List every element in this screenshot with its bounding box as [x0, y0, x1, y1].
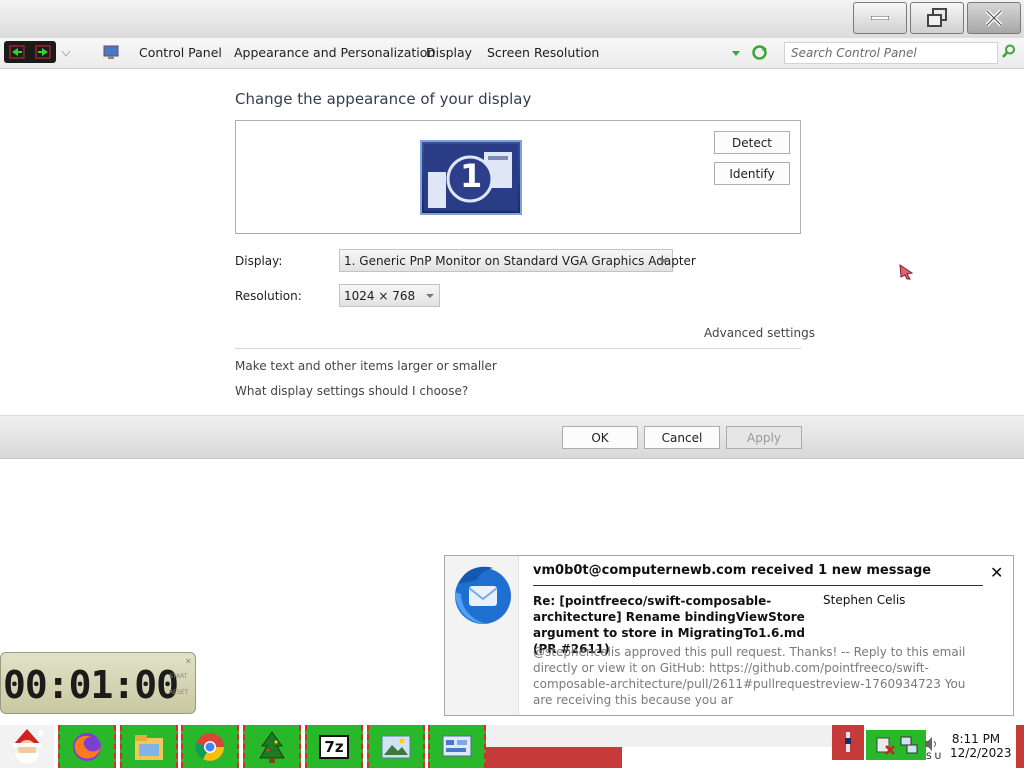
address-dropdown-icon[interactable] [731, 50, 741, 57]
timer-reset-button[interactable]: RESET [169, 689, 188, 696]
monitor-preview-panel: 1 Detect Identify [235, 120, 801, 234]
tray-language-indicator[interactable]: S U [926, 752, 941, 762]
countdown-timer-widget[interactable]: 00:01:00 START RESET ✕ [0, 652, 196, 714]
photo-viewer-icon [381, 735, 411, 758]
taskbar-highlight-area [486, 747, 622, 768]
resolution-select[interactable]: 1024 × 768 [339, 284, 440, 307]
dialog-button-bar: OK Cancel Apply [0, 415, 1024, 459]
breadcrumb-control-panel[interactable]: Control Panel [139, 45, 222, 60]
display-select-value: 1. Generic PnP Monitor on Standard VGA G… [344, 254, 696, 268]
cancel-button[interactable]: Cancel [644, 426, 720, 449]
display-select[interactable]: 1. Generic PnP Monitor on Standard VGA G… [339, 249, 696, 272]
start-button[interactable] [0, 725, 54, 768]
action-center-icon[interactable] [874, 734, 896, 756]
breadcrumb-screen-resolution[interactable]: Screen Resolution [487, 45, 599, 60]
minimize-button[interactable] [853, 2, 907, 34]
identify-button[interactable]: Identify [714, 162, 790, 185]
taskbar-7zip[interactable]: 7z [305, 725, 363, 768]
text-size-link[interactable]: Make text and other items larger or smal… [235, 359, 497, 373]
breadcrumb-appearance-personalization[interactable]: Appearance and Personalization [234, 45, 435, 60]
thunderbird-icon [455, 566, 511, 624]
christmas-tree-icon [259, 730, 285, 763]
minimize-icon [871, 16, 889, 20]
new-mail-notification[interactable]: vm0b0t@computernewb.com received 1 new m… [444, 555, 1014, 716]
resolution-label: Resolution: [235, 289, 302, 303]
search-icon[interactable] [1002, 44, 1016, 58]
resolution-select-value: 1024 × 768 [344, 289, 416, 303]
chrome-icon [195, 732, 224, 761]
notification-icon-panel [445, 556, 519, 715]
advanced-settings-link[interactable]: Advanced settings [704, 326, 815, 340]
divider [235, 348, 801, 349]
screen: Control Panel Appearance and Personaliza… [0, 0, 1024, 768]
monitor-1-thumbnail[interactable]: 1 [420, 140, 522, 215]
close-button[interactable] [967, 2, 1021, 34]
back-arrow-icon [9, 45, 25, 59]
display-label: Display: [235, 254, 283, 268]
tray-flag-icon[interactable] [843, 730, 853, 754]
seven-zip-icon: 7z [319, 734, 349, 759]
taskbar-firefox[interactable] [58, 725, 116, 768]
control-panel-icon [442, 735, 472, 756]
taskbar-photo-viewer[interactable] [367, 725, 425, 768]
control-panel-icon [103, 45, 119, 59]
address-bar: Control Panel Appearance and Personaliza… [0, 38, 1024, 69]
clock-time: 8:11 PM [951, 732, 1001, 746]
notification-sender: Stephen Celis [823, 593, 906, 607]
page-title: Change the appearance of your display [235, 90, 532, 108]
close-icon [985, 9, 1003, 27]
tray-icons-area [866, 730, 926, 760]
taskbar-blank-area [486, 725, 832, 747]
timer-start-button[interactable]: START [169, 673, 188, 680]
firefox-icon [73, 732, 101, 761]
ok-button[interactable]: OK [562, 426, 638, 449]
show-desktop-button[interactable] [1016, 725, 1024, 768]
back-button[interactable] [4, 41, 30, 63]
detect-button[interactable]: Detect [714, 131, 790, 154]
taskbar-christmas-tree[interactable] [243, 725, 301, 768]
notification-title: vm0b0t@computernewb.com received 1 new m… [533, 563, 932, 578]
monitor-number: 1 [460, 157, 483, 195]
timer-display: 00:01:00 [3, 663, 179, 707]
search-input[interactable]: Search Control Panel [784, 42, 998, 64]
mouse-cursor-icon [899, 264, 914, 280]
network-icon[interactable] [898, 734, 920, 756]
tray-flag-area [832, 725, 864, 760]
breadcrumb-display[interactable]: Display [426, 45, 472, 60]
title-bar [0, 0, 1024, 38]
chevron-down-icon [659, 259, 667, 263]
forward-arrow-icon [35, 45, 51, 59]
taskbar-file-explorer[interactable] [120, 725, 178, 768]
apply-button[interactable]: Apply [726, 426, 802, 449]
refresh-icon[interactable] [751, 44, 768, 61]
taskbar-chrome[interactable] [181, 725, 239, 768]
volume-icon[interactable] [924, 736, 938, 752]
nav-buttons [4, 41, 56, 63]
chevron-down-icon [426, 294, 434, 298]
taskbar: 7z S U [0, 725, 1024, 768]
taskbar-clock[interactable]: 8:11 PM 12/2/2023 [950, 732, 1012, 760]
recent-pages-icon[interactable] [61, 50, 71, 57]
notification-preview: @stephencelis approved this pull request… [533, 645, 966, 707]
close-icon[interactable]: ✕ [185, 657, 192, 666]
notification-divider [533, 585, 983, 586]
display-settings-help-link[interactable]: What display settings should I choose? [235, 384, 468, 398]
restore-icon [927, 8, 947, 27]
santa-start-icon [13, 728, 44, 763]
taskbar-control-panel[interactable] [428, 725, 486, 768]
forward-button[interactable] [30, 41, 56, 63]
maximize-button[interactable] [910, 2, 964, 34]
close-icon[interactable]: ✕ [990, 563, 1003, 582]
clock-date: 12/2/2023 [950, 746, 1012, 760]
folder-icon [135, 734, 163, 760]
